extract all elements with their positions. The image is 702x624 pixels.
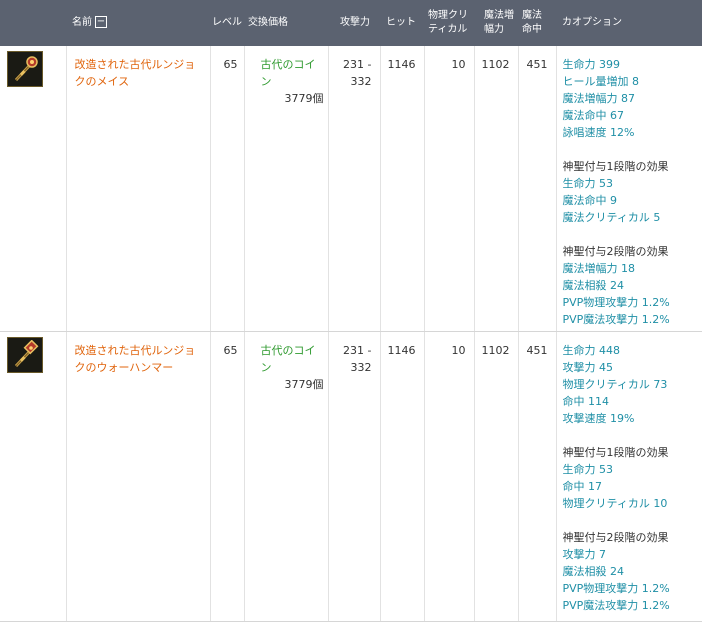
item-mag-amp: 1102: [474, 46, 519, 332]
header-icon-col: [0, 0, 66, 46]
header-name: 名前 −: [72, 16, 107, 28]
coin-name[interactable]: 古代のコイン: [249, 56, 324, 90]
option-line: PVP魔法攻撃力 1.2%: [562, 598, 670, 612]
item-mag-hit: 451: [518, 331, 557, 622]
item-hit: 1146: [380, 331, 425, 622]
stage1-title: 神聖付与1段階の効果: [562, 160, 669, 173]
item-table: 名前 − レベル 交換価格 攻撃力 ヒット 物理クリ ティカル 魔法増 幅力 魔法…: [0, 0, 702, 622]
option-line: 魔法相殺 24: [562, 279, 625, 292]
option-line: 魔法命中 9: [562, 194, 618, 207]
header-phys-crit: 物理クリ ティカル: [428, 10, 468, 35]
option-line: 魔法クリティカル 5: [562, 211, 661, 224]
option-line: PVP物理攻撃力 1.2%: [562, 581, 670, 595]
option-line: 命中 17: [562, 479, 603, 493]
option-line: 魔法相殺 24: [562, 564, 625, 578]
table-header: 名前 − レベル 交換価格 攻撃力 ヒット 物理クリ ティカル 魔法増 幅力 魔法…: [0, 0, 702, 46]
option-line: 物理クリティカル 73: [562, 377, 668, 391]
item-exchange: 古代のコイン 3779個: [244, 46, 329, 332]
option-line: 攻撃速度 19%: [562, 411, 635, 425]
header-mag-hit: 魔法 命中: [522, 10, 542, 35]
coin-qty: 3779個: [284, 92, 324, 105]
stage2-title: 神聖付与2段階の効果: [562, 245, 669, 258]
item-level: 65: [210, 331, 245, 622]
coin-name[interactable]: 古代のコイン: [249, 342, 324, 376]
header-level: レベル: [212, 17, 242, 28]
mace-icon[interactable]: [7, 51, 43, 87]
option-line: 物理クリティカル 10: [562, 496, 668, 510]
item-hit: 1146: [380, 46, 425, 332]
collapse-toggle-icon[interactable]: −: [95, 16, 107, 28]
stage1-title: 神聖付与1段階の効果: [562, 445, 669, 459]
option-line: 魔法命中 67: [562, 109, 625, 122]
option-line: 魔法増幅力 18: [562, 262, 636, 275]
stage2-title: 神聖付与2段階の効果: [562, 530, 669, 544]
option-line: 詠唱速度 12%: [562, 126, 635, 139]
option-line: PVP魔法攻撃力 1.2%: [562, 313, 670, 326]
option-line: 生命力 53: [562, 177, 614, 190]
option-line: 魔法増幅力 87: [562, 92, 636, 105]
header-hit: ヒット: [386, 17, 416, 28]
option-line: 命中 114: [562, 394, 610, 408]
table-row: 改造された古代ルンジョクのウォーハンマー 65 古代のコイン 3779個 231…: [0, 331, 702, 622]
item-mag-hit: 451: [518, 46, 557, 332]
option-line: 攻撃力 45: [562, 360, 614, 374]
option-line: 生命力 53: [562, 462, 614, 476]
item-level: 65: [210, 46, 245, 332]
item-mag-amp: 1102: [474, 331, 519, 622]
option-line: 攻撃力 7: [562, 547, 607, 561]
header-attack: 攻撃力: [340, 17, 370, 28]
header-options: カオプション: [562, 17, 622, 28]
option-line: 生命力 448: [562, 343, 621, 357]
item-exchange: 古代のコイン 3779個: [244, 331, 329, 622]
coin-qty: 3779個: [284, 377, 324, 391]
item-options: 生命力 448 攻撃力 45 物理クリティカル 73 命中 114 攻撃速度 1…: [556, 331, 702, 622]
warhammer-icon[interactable]: [7, 336, 43, 373]
item-phys-crit: 10: [424, 46, 475, 332]
option-line: PVP物理攻撃力 1.2%: [562, 296, 670, 309]
item-name[interactable]: 改造された古代ルンジョクのメイス: [66, 46, 211, 332]
header-exchange: 交換価格: [248, 17, 288, 28]
table-row: 改造された古代ルンジョクのメイス 65 古代のコイン 3779個 231 - 3…: [0, 46, 702, 332]
item-options: 生命力 399 ヒール量増加 8 魔法増幅力 87 魔法命中 67 詠唱速度 1…: [556, 46, 702, 332]
item-attack: 231 - 332: [328, 331, 381, 622]
option-line: ヒール量増加 8: [562, 75, 640, 88]
header-mag-amp: 魔法増 幅力: [484, 10, 514, 35]
item-phys-crit: 10: [424, 331, 475, 622]
item-name[interactable]: 改造された古代ルンジョクのウォーハンマー: [66, 331, 211, 622]
option-line: 生命力 399: [562, 58, 621, 71]
item-attack: 231 - 332: [328, 46, 381, 332]
